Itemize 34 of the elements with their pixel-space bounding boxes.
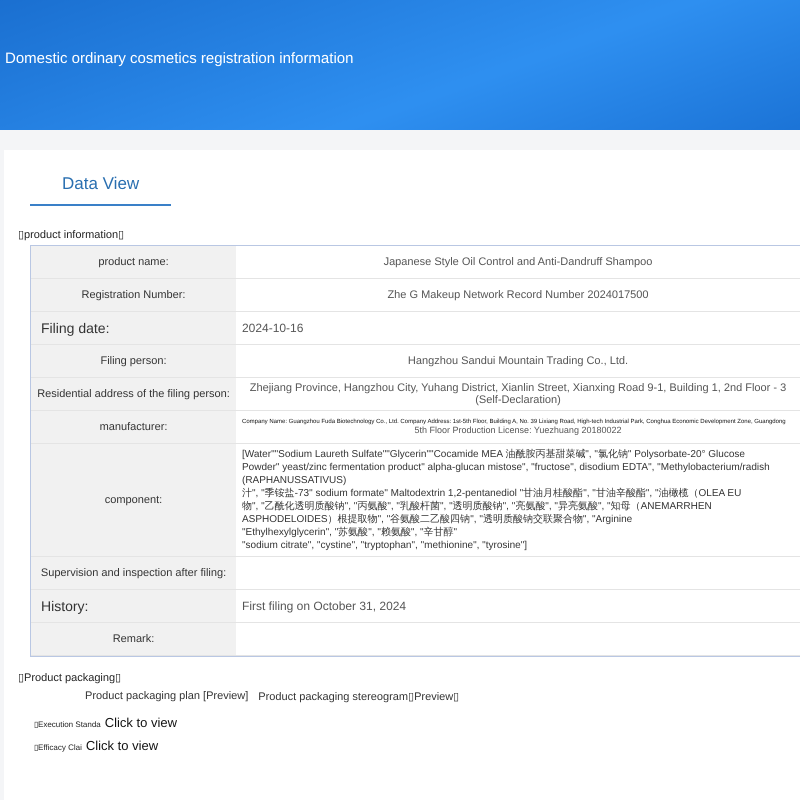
- field-label: History:: [41, 598, 88, 614]
- document-label: ▯Execution Standa: [34, 720, 101, 729]
- document-label: ▯Efficacy Clai: [34, 743, 82, 752]
- ingredient-text: Powder" yeast/zinc fermentation product" alpha-glucan mistose", "fructose", disodium EDTA", "Methylobacterium/radish (RAPHANUSSATIVUS): [242, 461, 771, 487]
- preview-link[interactable]: Product packaging plan [Preview]: [85, 690, 248, 703]
- field-value: First filing on October 31, 2024: [242, 599, 408, 613]
- ingredient-text: 汁", "季铵盐-73" sodium formate" Maltodextrin 1,2-pentanediol "甘油月桂酸酯", "甘油辛酸酯", "油橄榄（OLEA EU: [242, 487, 742, 500]
- field-value: Hangzhou Sandui Mountain Trading Co., Ltd.: [406, 355, 630, 367]
- field-label: manufacturer:: [100, 421, 168, 433]
- tab[interactable]: Data View: [30, 168, 172, 206]
- preview-link[interactable]: Product packaging stereogram▯Preview▯: [258, 690, 460, 703]
- field-label: component:: [104, 494, 162, 506]
- field-label: Remark:: [112, 633, 154, 645]
- field-label: Supervision and inspection after filing:: [40, 567, 226, 579]
- field-label: Registration Number:: [82, 289, 186, 301]
- view-link[interactable]: Click to view: [86, 738, 158, 753]
- ingredient-text: "Ethylhexylglycerin", "苏氨酸", "赖氨酸", "辛甘醇": [242, 526, 458, 539]
- section-heading: ▯Product packaging▯: [18, 671, 122, 684]
- field-value: Zhejiang Province, Hangzhou City, Yuhang District, Xianlin Street, Xianxing Road 9-1, Building 1, 2nd Floor - 3 (Self-Declaration): [248, 382, 788, 406]
- field-label: Residential address of the filing person:: [37, 388, 230, 400]
- field-label: Filing person:: [100, 355, 167, 367]
- ingredient-text: "sodium citrate", "cystine", "tryptophan", "methionine", "tyrosine"]: [242, 539, 528, 552]
- view-link[interactable]: Click to view: [104, 715, 177, 730]
- ingredient-text: ASPHODELOIDES）根提取物", "谷氨酸二乙酸四钠", "透明质酸钠交联聚合物", "Arginine: [242, 513, 634, 526]
- field-value: 2024-10-16: [242, 321, 304, 335]
- field-value: 5th Floor Production License: Yuezhuang 20180022: [414, 425, 622, 435]
- field-label: product name:: [98, 256, 169, 268]
- page-title: Domestic ordinary cosmetics registration information: [5, 50, 354, 66]
- section-heading: ▯product information▯: [18, 228, 126, 241]
- field-value: Zhe G Makeup Network Record Number 2024017500: [386, 289, 650, 301]
- ingredient-text: 物", "乙酰化透明质酸钠", "丙氨酸", "乳酸杆菌", "透明质酸钠", "亮氨酸", "异亮氨酸", "知母（ANEMARRHEN: [242, 500, 713, 513]
- field-value: Japanese Style Oil Control and Anti-Dandruff Shampoo: [382, 256, 654, 268]
- ingredient-text: [Water""Sodium Laureth Sulfate""Glycerin""Cocamide MEA 油酰胺丙基甜菜碱", "氯化钠" Polysorbate-20° Glucose: [242, 448, 746, 461]
- field-label: Filing date:: [41, 320, 110, 336]
